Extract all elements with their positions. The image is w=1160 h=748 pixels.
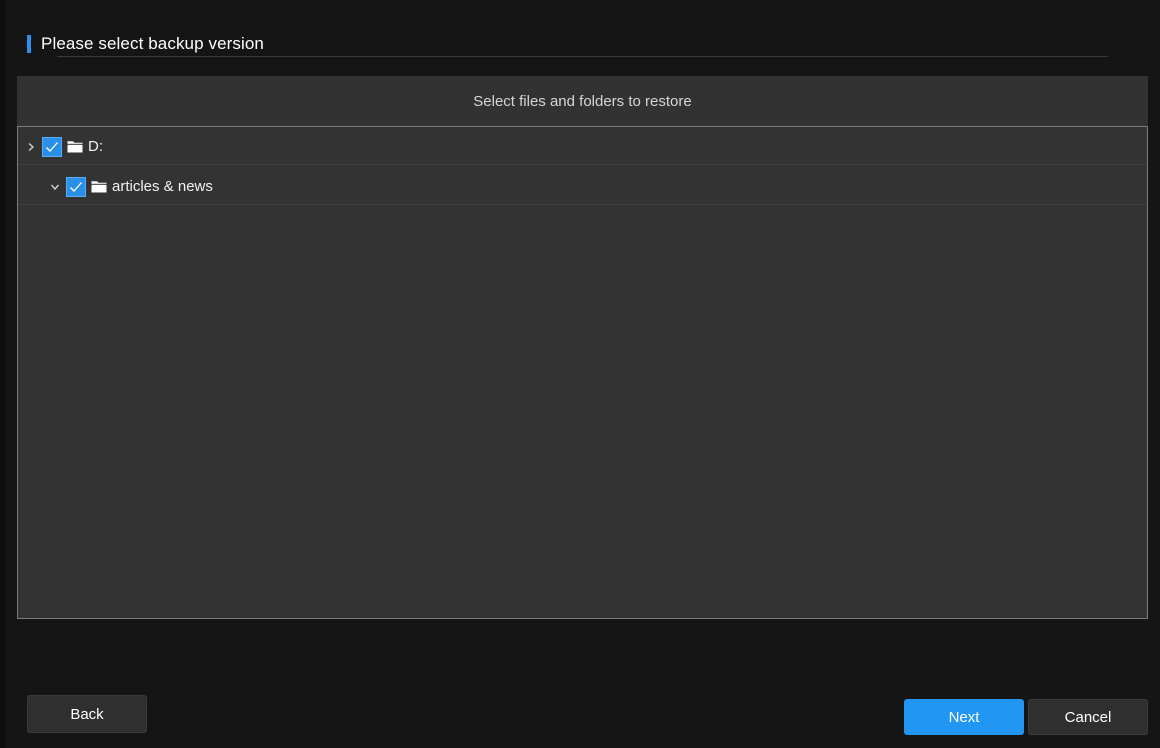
section-title: Please select backup version <box>41 34 264 53</box>
tree-row-d-drive[interactable]: D: <box>18 129 1147 165</box>
back-button[interactable]: Back <box>27 695 147 733</box>
section-header: Please select backup version <box>27 33 264 55</box>
tree-checkbox-articles-news[interactable] <box>66 176 86 197</box>
header-divider <box>57 56 1108 57</box>
folder-icon <box>67 140 84 154</box>
file-tree: D: articles & news <box>17 126 1148 619</box>
chevron-right-icon[interactable] <box>24 140 38 154</box>
checkmark-icon <box>46 141 58 152</box>
folder-icon <box>91 180 108 194</box>
next-button[interactable]: Next <box>904 699 1024 735</box>
cancel-button[interactable]: Cancel <box>1028 699 1148 735</box>
restore-selection-panel: Select files and folders to restore D: a… <box>17 76 1148 619</box>
restore-wizard-page: Please select backup version Select file… <box>5 0 1160 748</box>
tree-checkbox-d-drive[interactable] <box>42 136 62 157</box>
checkmark-icon <box>70 181 82 192</box>
tree-label-articles-news: articles & news <box>112 178 213 195</box>
tree-row-articles-news[interactable]: articles & news <box>18 169 1147 205</box>
panel-caption: Select files and folders to restore <box>17 76 1148 126</box>
tree-label-d-drive: D: <box>88 138 103 155</box>
section-accent-bar <box>27 35 31 53</box>
chevron-down-icon[interactable] <box>48 180 62 194</box>
